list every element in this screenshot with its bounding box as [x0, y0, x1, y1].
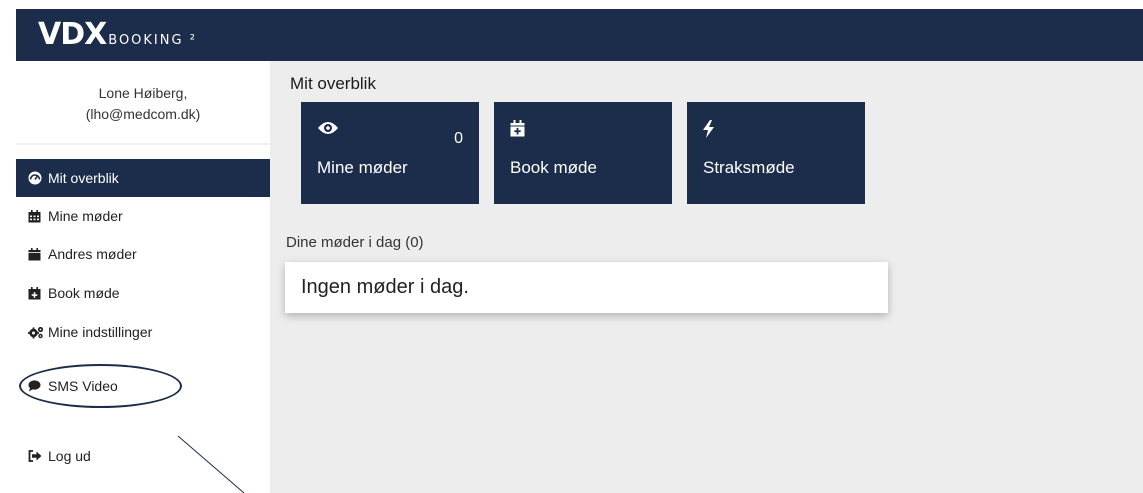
top-bar: VDX BOOKING ²	[16, 9, 1143, 61]
logo-main-text: VDX	[38, 17, 107, 52]
sidebar-item-sms-video[interactable]: SMS Video	[16, 367, 270, 405]
sidebar-item-label: Andres møder	[48, 246, 137, 262]
eye-icon	[317, 120, 339, 141]
sign-out-icon	[28, 449, 46, 463]
calendar-icon	[28, 247, 46, 261]
sidebar-item-label: Mit overblik	[48, 170, 119, 186]
card-mine-moder[interactable]: 0 Mine møder	[301, 102, 479, 204]
sidebar-item-mit-overblik[interactable]: Mit overblik	[16, 159, 270, 197]
sidebar-item-label: Book møde	[48, 285, 120, 301]
bolt-icon	[703, 120, 715, 143]
logo-sub-text: BOOKING ²	[108, 33, 197, 48]
sidebar-item-label: Mine indstillinger	[48, 324, 153, 340]
speech-bubble-icon	[28, 379, 46, 393]
empty-message: Ingen møder i dag.	[301, 276, 469, 298]
user-email: (lho@medcom.dk)	[85, 106, 201, 122]
sidebar-item-label: SMS Video	[48, 378, 118, 394]
todays-meetings-heading: Dine møder i dag (0)	[286, 234, 424, 251]
todays-meetings-panel: Ingen møder i dag.	[285, 262, 888, 313]
sidebar-item-log-ud[interactable]: Log ud	[16, 437, 270, 475]
sidebar: Lone Høiberg, (lho@medcom.dk) Mit overbl…	[16, 61, 270, 493]
card-count: 0	[454, 130, 463, 147]
main-content: Mit overblik 0 Mine møder Book møde Stra…	[270, 61, 1143, 493]
card-label: Book møde	[510, 158, 597, 177]
card-label: Straksmøde	[703, 158, 795, 177]
calendar-plus-icon	[28, 286, 46, 300]
app-logo[interactable]: VDX BOOKING ²	[38, 19, 197, 51]
sidebar-item-label: Log ud	[48, 448, 91, 464]
sidebar-item-mine-moder[interactable]: Mine møder	[16, 197, 270, 235]
calendar-plus-icon	[510, 120, 525, 142]
sidebar-item-mine-indstillinger[interactable]: Mine indstillinger	[16, 313, 270, 351]
user-name: Lone Høiberg,	[98, 85, 188, 101]
user-info: Lone Høiberg, (lho@medcom.dk)	[16, 61, 270, 145]
sidebar-item-label: Mine møder	[48, 208, 123, 224]
card-straksmode[interactable]: Straksmøde	[687, 102, 865, 204]
calendar-grid-icon	[28, 209, 46, 223]
sidebar-item-andres-moder[interactable]: Andres møder	[16, 235, 270, 273]
page-title: Mit overblik	[290, 74, 376, 93]
dashboard-icon	[28, 171, 46, 185]
sidebar-item-book-mode[interactable]: Book møde	[16, 274, 270, 312]
cogs-icon	[28, 325, 46, 339]
card-label: Mine møder	[317, 158, 408, 177]
card-book-mode[interactable]: Book møde	[494, 102, 672, 204]
